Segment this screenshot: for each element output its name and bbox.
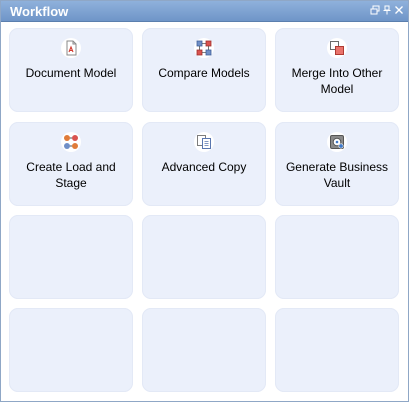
tile-compare-models[interactable]: Compare Models: [142, 28, 266, 112]
tile-label: Advanced Copy: [161, 160, 247, 174]
tile-create-load-and-stage[interactable]: Create Load and Stage: [9, 122, 133, 206]
close-icon[interactable]: [394, 5, 404, 16]
pin-icon[interactable]: [382, 5, 392, 16]
empty-tile: [9, 308, 133, 392]
empty-tile: [275, 308, 399, 392]
workflow-panel: Workflow Document Model Compare Models M…: [0, 0, 409, 402]
empty-tile: [142, 215, 266, 299]
advanced-copy-icon: [194, 132, 214, 152]
document-model-icon: [61, 38, 81, 58]
tile-label: Document Model: [25, 66, 117, 80]
tile-advanced-copy[interactable]: Advanced Copy: [142, 122, 266, 206]
panel-titlebar: Workflow: [1, 1, 408, 22]
empty-tile: [275, 215, 399, 299]
tile-generate-business-vault[interactable]: Generate Business Vault: [275, 122, 399, 206]
panel-title: Workflow: [10, 4, 69, 19]
tile-label: Merge Into Other Model: [291, 66, 383, 96]
empty-tile: [142, 308, 266, 392]
tile-label: Generate Business Vault: [285, 160, 389, 190]
tile-merge-into-other-model[interactable]: Merge Into Other Model: [275, 28, 399, 112]
restore-icon[interactable]: [370, 5, 380, 16]
generate-business-vault-icon: [327, 132, 347, 152]
empty-tile: [9, 215, 133, 299]
create-load-stage-icon: [61, 132, 81, 152]
merge-model-icon: [327, 38, 347, 58]
tile-document-model[interactable]: Document Model: [9, 28, 133, 112]
compare-models-icon: [194, 38, 214, 58]
tile-label: Create Load and Stage: [26, 160, 116, 190]
tile-label: Compare Models: [158, 66, 250, 80]
